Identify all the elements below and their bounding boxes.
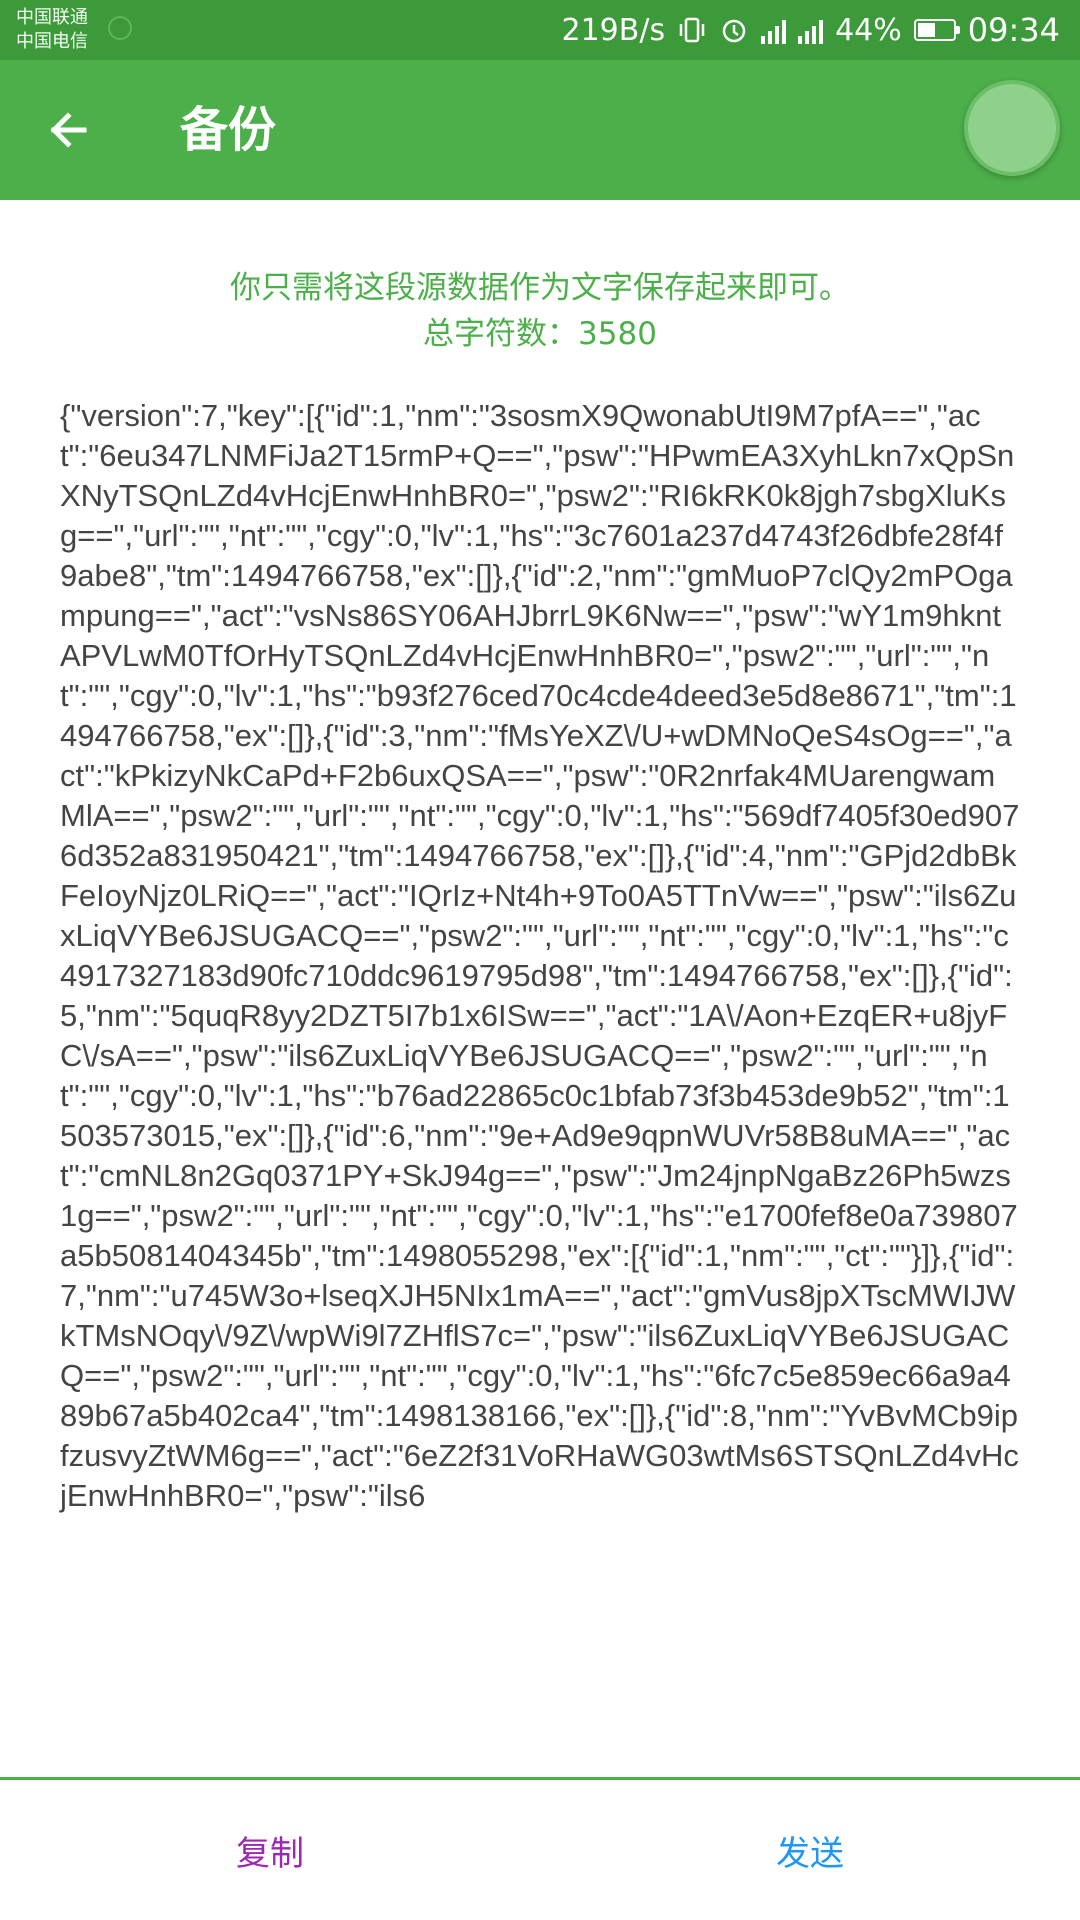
network-speed: 219B/s — [561, 12, 666, 48]
carrier-info: 中国联通 中国电信 — [16, 6, 88, 54]
bottom-bar: 复制 发送 — [0, 1780, 1080, 1920]
avatar[interactable] — [964, 80, 1060, 176]
backup-data-text[interactable]: {"version":7,"key":[{"id":1,"nm":"3sosmX… — [60, 396, 1020, 1516]
page-title: 备份 — [180, 102, 277, 158]
battery-icon — [913, 19, 960, 41]
clock: 09:34 — [967, 11, 1060, 49]
signal-icon — [761, 16, 787, 44]
arrow-left-icon[interactable] — [40, 100, 100, 160]
status-bar: 中国联通 中国电信 219B/s 44% 09:34 — [0, 0, 1080, 60]
instruction-text: 你只需将这段源数据作为文字保存起来即可。 — [230, 270, 850, 306]
status-icons: 219B/s 44% 09:34 — [562, 0, 1061, 60]
backup-content: 你只需将这段源数据作为文字保存起来即可。 总字符数：3580 {"version… — [0, 200, 1080, 1777]
alarm-icon — [719, 15, 749, 45]
carrier-1: 中国联通 — [16, 7, 88, 28]
battery-percent: 44% — [835, 12, 902, 48]
signal-icon-2 — [798, 16, 824, 44]
copy-button[interactable]: 复制 — [0, 1780, 540, 1920]
app-bar: 备份 — [0, 60, 1080, 200]
char-count: 总字符数：3580 — [423, 316, 657, 352]
send-button[interactable]: 发送 — [540, 1780, 1080, 1920]
carrier-2: 中国电信 — [16, 31, 88, 52]
sim-icon — [108, 16, 132, 40]
vibrate-icon — [677, 15, 707, 45]
